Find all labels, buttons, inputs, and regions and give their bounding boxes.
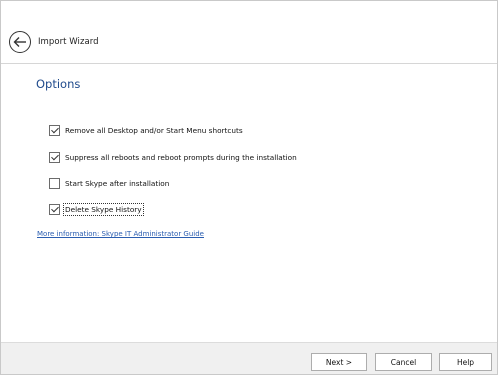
import-wizard-window: ✕ Import Wizard Options Remove all Deskt… xyxy=(0,0,498,375)
option-remove-shortcuts[interactable]: Remove all Desktop and/or Start Menu sho… xyxy=(49,124,243,136)
checkbox-start-skype[interactable] xyxy=(49,177,60,189)
checkbox-delete-history[interactable] xyxy=(49,203,60,215)
cancel-button[interactable]: Cancel xyxy=(375,353,432,371)
back-button[interactable] xyxy=(9,31,31,53)
option-label: Delete Skype History xyxy=(63,202,144,216)
option-label: Remove all Desktop and/or Start Menu sho… xyxy=(65,125,243,135)
option-start-skype[interactable]: Start Skype after installation xyxy=(49,177,169,189)
section-title: Options xyxy=(36,77,81,91)
footer-bar: Next > Cancel Help xyxy=(1,342,497,374)
title-bar: Import Wizard xyxy=(1,1,497,63)
wizard-title: Import Wizard xyxy=(38,37,99,47)
option-delete-history[interactable]: Delete Skype History xyxy=(49,202,144,216)
back-arrow-icon xyxy=(13,37,26,47)
more-info-link[interactable]: More information: Skype IT Administrator… xyxy=(37,230,204,238)
option-label: Suppress all reboots and reboot prompts … xyxy=(65,152,297,162)
help-button[interactable]: Help xyxy=(439,353,492,371)
checkbox-remove-shortcuts[interactable] xyxy=(49,124,60,136)
checkbox-suppress-reboots[interactable] xyxy=(49,151,60,163)
next-button[interactable]: Next > xyxy=(311,353,367,371)
option-suppress-reboots[interactable]: Suppress all reboots and reboot prompts … xyxy=(49,151,297,163)
option-label: Start Skype after installation xyxy=(65,178,170,188)
options-panel: Options Remove all Desktop and/or Start … xyxy=(1,64,497,342)
